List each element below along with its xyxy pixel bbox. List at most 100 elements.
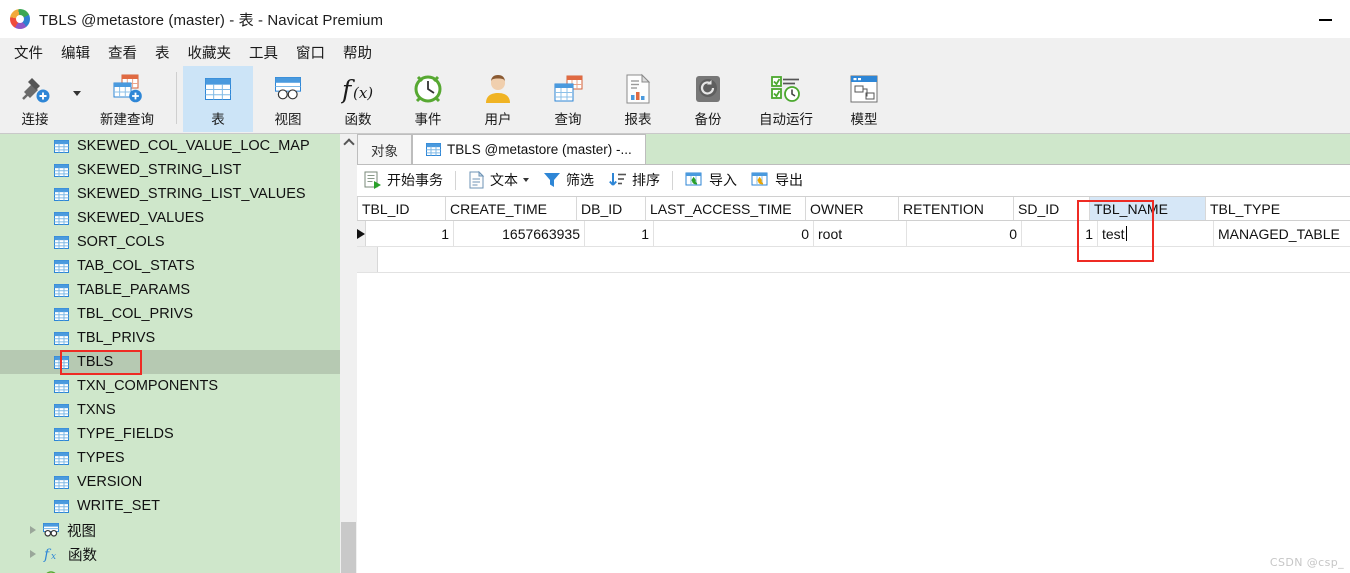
grid-cell-owner[interactable]: root	[814, 221, 907, 246]
chevron-up-icon[interactable]	[340, 134, 357, 151]
sidebar-item-tbls[interactable]: TBLS	[0, 350, 340, 374]
grid-column-header-sd_id[interactable]: SD_ID	[1014, 197, 1090, 220]
ribbon-button-backup[interactable]: 备份	[673, 66, 743, 132]
ribbon-button-connection-plug[interactable]: 连接	[0, 66, 70, 132]
grid-cell-sd_id[interactable]: 1	[1022, 221, 1098, 246]
sidebar-scrollbar[interactable]	[340, 134, 357, 573]
chevron-down-icon[interactable]	[70, 66, 84, 132]
grid-cell-db_id[interactable]: 1	[585, 221, 654, 246]
menu-bar: 文件 编辑 查看表收藏夹 工具 窗口 帮助	[0, 38, 1350, 66]
chevron-down-icon[interactable]	[523, 178, 529, 182]
ribbon-button-function-fx[interactable]: f (x) 函数	[323, 66, 393, 132]
filter-icon	[543, 171, 561, 189]
menu-item-7[interactable]: 窗口	[287, 39, 334, 66]
grid-column-header-tbl_name[interactable]: TBL_NAME	[1090, 197, 1206, 220]
grid-toolbar-filter[interactable]: 筛选	[536, 167, 601, 193]
table-icon	[54, 259, 69, 273]
tab-label: 对象	[371, 143, 398, 159]
sidebar-group-clipped[interactable]	[0, 566, 340, 573]
export-icon	[751, 171, 770, 190]
ribbon-toolbar: 连接 新建查询 表 视图 f (x) 函数 事件 用户 查询 报表 备份 自动运行 模型	[0, 66, 1350, 134]
ribbon-button-report[interactable]: 报表	[603, 66, 673, 132]
grid-cell-tbl_type[interactable]: MANAGED_TABLE	[1214, 221, 1350, 246]
minimize-icon[interactable]	[1319, 14, 1332, 24]
grid-toolbar-begin-transaction[interactable]: 开始事务	[357, 167, 450, 193]
sidebar-item-type_fields[interactable]: TYPE_FIELDS	[0, 422, 340, 446]
sidebar-item-version[interactable]: VERSION	[0, 470, 340, 494]
menu-item-2[interactable]: 编辑	[52, 39, 99, 66]
ribbon-button-view[interactable]: 视图	[253, 66, 323, 132]
grid-column-header-retention[interactable]: RETENTION	[899, 197, 1014, 220]
table-icon	[54, 403, 69, 417]
menu-item-8[interactable]: 帮助	[334, 39, 381, 66]
ribbon-button-automation[interactable]: 自动运行	[743, 66, 829, 132]
sidebar-item-label: TAB_COL_STATS	[77, 258, 195, 274]
grid-cell-last_access_time[interactable]: 0	[654, 221, 814, 246]
ribbon-button-label: 报表	[624, 112, 652, 127]
sidebar-item-tbl_privs[interactable]: TBL_PRIVS	[0, 326, 340, 350]
tab-objects[interactable]: 对象	[357, 134, 412, 164]
sidebar-item-skewed_col_value_loc_map[interactable]: SKEWED_COL_VALUE_LOC_MAP	[0, 134, 340, 158]
current-row-arrow-icon[interactable]	[357, 221, 366, 246]
menu-item-3[interactable]: 查看	[99, 39, 146, 66]
grid-cell-tbl_id[interactable]: 1	[366, 221, 454, 246]
tab-tbls-table[interactable]: TBLS @metastore (master) -...	[412, 134, 646, 164]
ribbon-button-user[interactable]: 用户	[463, 66, 533, 132]
grid-toolbar-import[interactable]: 导入	[678, 167, 744, 193]
menu-item-4[interactable]: 表	[146, 39, 179, 66]
sidebar-item-write_set[interactable]: WRITE_SET	[0, 494, 340, 518]
sidebar-group-functions[interactable]: f x 函数	[0, 542, 340, 566]
grid-empty-row	[357, 247, 1350, 273]
sidebar-item-txns[interactable]: TXNS	[0, 398, 340, 422]
grid-cell-value: test	[1102, 225, 1125, 242]
ribbon-button-new-query[interactable]: 新建查询	[84, 66, 170, 132]
ribbon-button-query[interactable]: 查询	[533, 66, 603, 132]
grid-column-header-last_access_time[interactable]: LAST_ACCESS_TIME	[646, 197, 806, 220]
grid-column-header-db_id[interactable]: DB_ID	[577, 197, 646, 220]
grid-column-header-create_time[interactable]: CREATE_TIME	[446, 197, 577, 220]
grid-body[interactable]: 1 1657663935 1 0 root 0 1 test MANAGED_TABLE	[357, 221, 1350, 273]
grid-column-header-tbl_id[interactable]: TBL_ID	[358, 197, 446, 220]
object-tree-sidebar[interactable]: SKEWED_COL_VALUE_LOC_MAP SKEWED_STRING_LI…	[0, 134, 340, 573]
menu-item-6[interactable]: 工具	[240, 39, 287, 66]
grid-column-header-owner[interactable]: OWNER	[806, 197, 899, 220]
chevron-right-icon[interactable]	[30, 526, 36, 534]
sidebar-item-label: TBLS	[77, 354, 114, 370]
grid-toolbar-label: 筛选	[566, 172, 594, 188]
sidebar-item-tbl_col_privs[interactable]: TBL_COL_PRIVS	[0, 302, 340, 326]
chevron-right-icon[interactable]	[30, 550, 36, 558]
grid-toolbar-sort[interactable]: 排序	[601, 167, 667, 193]
ribbon-button-event-clock[interactable]: 事件	[393, 66, 463, 132]
sidebar-item-skewed_string_list_values[interactable]: SKEWED_STRING_LIST_VALUES	[0, 182, 340, 206]
sidebar-item-label: WRITE_SET	[77, 498, 160, 514]
new-query-icon	[110, 72, 144, 106]
table-row[interactable]: 1 1657663935 1 0 root 0 1 test MANAGED_TABLE	[357, 221, 1350, 247]
sidebar-item-label: TBL_COL_PRIVS	[77, 306, 194, 322]
sidebar-item-skewed_string_list[interactable]: SKEWED_STRING_LIST	[0, 158, 340, 182]
sidebar-item-sort_cols[interactable]: SORT_COLS	[0, 230, 340, 254]
import-icon	[685, 171, 704, 190]
menu-item-1[interactable]: 文件	[5, 39, 52, 66]
grid-cell-value: MANAGED_TABLE	[1218, 225, 1340, 242]
grid-toolbar-text[interactable]: 文本	[461, 167, 536, 193]
grid-cell-retention[interactable]: 0	[907, 221, 1022, 246]
sidebar-item-label: VERSION	[77, 474, 143, 490]
grid-cell-create_time[interactable]: 1657663935	[454, 221, 585, 246]
sidebar-item-label: TBL_PRIVS	[77, 330, 156, 346]
ribbon-button-table[interactable]: 表	[183, 66, 253, 132]
sidebar-group-views[interactable]: 视图	[0, 518, 340, 542]
grid-toolbar-export[interactable]: 导出	[744, 167, 810, 193]
data-grid[interactable]: TBL_ID CREATE_TIME DB_ID LAST_ACCESS_TIME OW…	[357, 196, 1350, 573]
grid-column-header-tbl_type[interactable]: TBL_TYPE	[1206, 197, 1350, 220]
sidebar-item-table_params[interactable]: TABLE_PARAMS	[0, 278, 340, 302]
sidebar-item-tab_col_stats[interactable]: TAB_COL_STATS	[0, 254, 340, 278]
sidebar-item-types[interactable]: TYPES	[0, 446, 340, 470]
grid-cell-tbl_name[interactable]: test	[1098, 221, 1214, 246]
table-icon	[54, 499, 69, 513]
ribbon-button-model[interactable]: 模型	[829, 66, 899, 132]
menu-item-5[interactable]: 收藏夹	[179, 39, 241, 66]
sidebar-item-txn_components[interactable]: TXN_COMPONENTS	[0, 374, 340, 398]
sidebar-item-label: TABLE_PARAMS	[77, 282, 191, 298]
sidebar-item-skewed_values[interactable]: SKEWED_VALUES	[0, 206, 340, 230]
sidebar-scrollbar-thumb[interactable]	[341, 522, 356, 573]
